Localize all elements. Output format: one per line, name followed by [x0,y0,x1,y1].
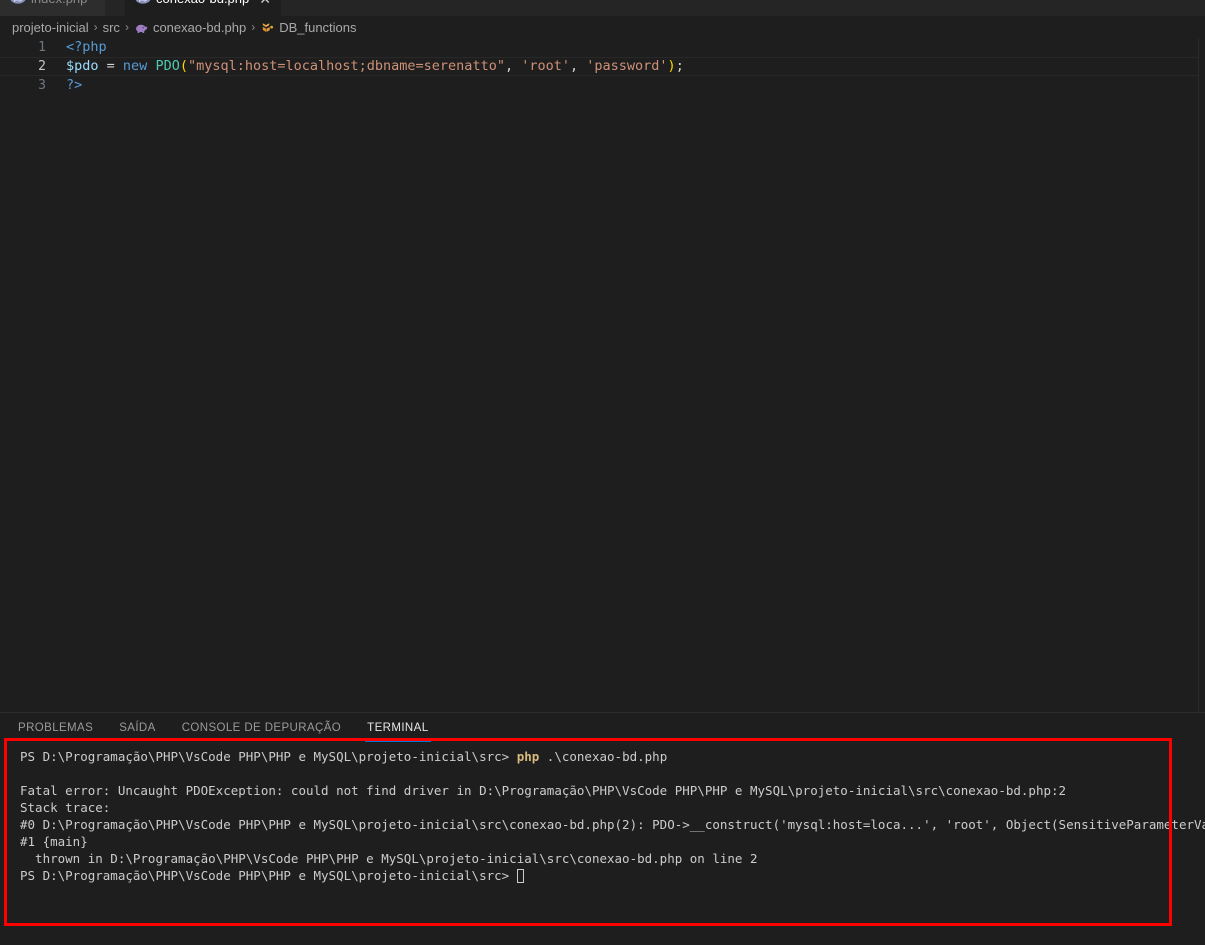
code-token: 'root' [521,58,570,74]
panel-tab-saida[interactable]: SAÍDA [119,713,156,742]
line-number: 3 [38,78,46,93]
code-token: , [504,58,522,74]
code-editor[interactable]: 1 <?php 2 $pdo = new PDO("mysql:host=localh… [0,38,1205,712]
terminal-line-prompt-command: PS D:\Programação\PHP\VsCode PHP\PHP e M… [20,748,667,765]
editor-tab-bar: php index.php php conexao-bd.php ✕ [0,0,1205,16]
code-token: ) [667,58,676,74]
breadcrumb-item-conexao-bd-php[interactable]: conexao-bd.php [134,20,246,35]
terminal-line-stack-frame-1: #1 {main} [20,833,88,850]
terminal-line-blank [20,765,28,782]
code-token: 'password' [586,58,668,74]
code-token: , [570,58,587,74]
code-text: $pdo = new PDO("mysql:host=localhost;dbn… [66,57,684,76]
breadcrumb-label: DB_functions [279,19,357,35]
terminal-text: #0 D:\Programação\PHP\VsCode PHP\PHP e M… [20,817,1205,832]
code-token: new [122,58,148,74]
php-file-icon: php [135,0,151,7]
terminal-line-stack-frame-0: #0 D:\Programação\PHP\VsCode PHP\PHP e M… [20,816,1205,833]
terminal-text: Stack trace: [20,800,111,815]
breadcrumb-separator-icon: › [251,20,256,34]
breadcrumb-item-projeto-inicial[interactable]: projeto-inicial [12,20,89,35]
svg-text:php: php [14,0,23,3]
terminal-text: PS D:\Programação\PHP\VsCode PHP\PHP e M… [20,749,517,764]
terminal-text: .\conexao-bd.php [539,749,668,764]
code-line[interactable]: 1 <?php [0,38,1205,57]
breadcrumb-separator-icon: › [93,20,98,34]
tab-index-php[interactable]: php index.php [0,0,107,16]
terminal-line-stack-trace-header: Stack trace: [20,799,110,816]
terminal-line-fatal-error: Fatal error: Uncaught PDOException: coul… [20,782,1066,799]
terminal-line-prompt-waiting: PS D:\Programação\PHP\VsCode PHP\PHP e M… [20,867,524,884]
breadcrumb-separator-icon: › [124,20,129,34]
svg-text:php: php [139,0,148,3]
tab-conexao-bd-php[interactable]: php conexao-bd.php ✕ [125,0,282,16]
terminal-line-thrown-in: thrown in D:\Programação\PHP\VsCode PHP\… [20,850,758,867]
line-number: 1 [38,40,46,55]
code-token: = [98,58,123,74]
tab-label: index.php [31,0,87,6]
breadcrumb-item-src[interactable]: src [103,20,120,35]
code-token: <?php [66,39,107,55]
terminal-text: php [516,749,540,764]
bottom-panel: PROBLEMAS SAÍDA CONSOLE DE DEPURAÇÃO TER… [0,712,1205,945]
code-line[interactable]: 2 $pdo = new PDO("mysql:host=localhost;db… [0,57,1205,76]
breadcrumb-label: src [102,19,120,35]
panel-tab-bar: PROBLEMAS SAÍDA CONSOLE DE DEPURAÇÃO TER… [0,713,431,742]
panel-tab-console-de-depuracao[interactable]: CONSOLE DE DEPURAÇÃO [182,713,341,742]
terminal-text: thrown in D:\Programação\PHP\VsCode PHP\… [20,851,758,866]
terminal-cursor [516,869,524,883]
terminal-output[interactable]: PS D:\Programação\PHP\VsCode PHP\PHP e M… [0,742,1205,945]
terminal-text: PS D:\Programação\PHP\VsCode PHP\PHP e M… [20,868,517,883]
code-token: PDO [155,58,180,74]
line-number: 2 [38,59,46,74]
terminal-text: #1 {main} [20,834,88,849]
code-text: ?> [66,76,82,95]
php-file-icon: php [10,0,26,7]
code-token: "mysql:host=localhost;dbname=serenatto" [187,58,505,74]
code-text: <?php [66,38,107,57]
code-line[interactable]: 3 ?> [0,76,1205,95]
breadcrumb: projeto-inicial › src › conexao-bd.php ›… [0,16,1205,38]
panel-tab-terminal[interactable]: TERMINAL [365,713,431,742]
editor-right-edge [1198,38,1199,712]
breadcrumb-label: projeto-inicial [12,19,89,35]
panel-tab-problemas[interactable]: PROBLEMAS [18,713,93,742]
breadcrumb-item-db-functions[interactable]: DB_functions [260,19,357,35]
code-token: $pdo [66,58,99,74]
code-token: ?> [66,77,83,93]
close-icon[interactable]: ✕ [259,0,271,6]
tab-label: conexao-bd.php [156,0,249,6]
php-elephant-icon [134,20,149,35]
namespace-symbol-icon [260,20,275,35]
code-token: ; [675,58,684,74]
breadcrumb-label: conexao-bd.php [152,19,247,35]
terminal-text: Fatal error: Uncaught PDOException: coul… [20,783,1067,798]
code-token: ( [179,58,188,74]
